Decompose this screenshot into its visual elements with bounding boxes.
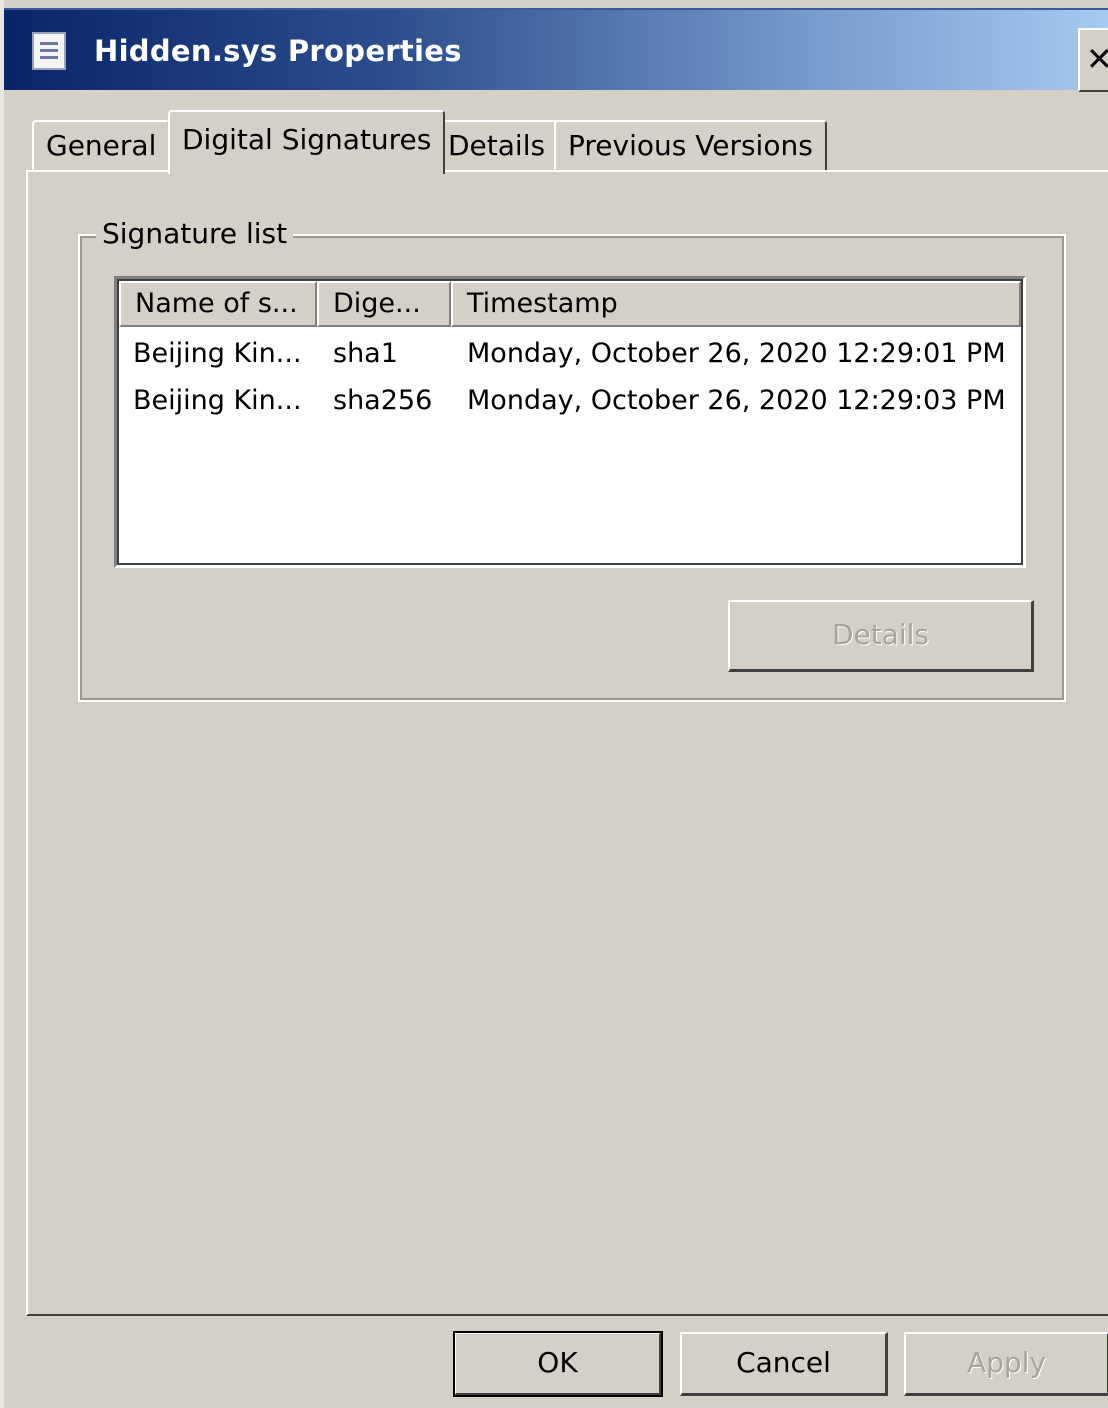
properties-dialog: Hidden.sys Properties ✕ General Digital … (0, 0, 1108, 1408)
column-header-name[interactable]: Name of s... (119, 281, 317, 327)
signature-row[interactable]: Beijing Kin... sha1 Monday, October 26, … (119, 331, 1021, 377)
list-header: Name of s... Dige... Timestamp (119, 281, 1021, 327)
signature-list-group: Signature list Name of s... Dige... Time… (78, 216, 1066, 702)
ok-button[interactable]: OK (453, 1331, 663, 1397)
column-header-digest[interactable]: Dige... (317, 281, 451, 327)
close-button[interactable]: ✕ (1078, 28, 1108, 92)
digest-algorithm: sha256 (333, 385, 433, 416)
details-button[interactable]: Details (728, 600, 1034, 672)
group-label: Signature list (96, 216, 294, 252)
tab-general[interactable]: General (32, 120, 171, 172)
signer-name: Beijing Kin... (133, 338, 302, 369)
tab-page-digital-signatures: Signature list Name of s... Dige... Time… (26, 170, 1108, 1316)
digest-algorithm: sha1 (333, 338, 398, 369)
apply-button[interactable]: Apply (904, 1332, 1108, 1396)
signature-timestamp: Monday, October 26, 2020 12:29:01 PM (467, 338, 1006, 369)
signature-list-view[interactable]: Name of s... Dige... Timestamp Beijing K… (114, 276, 1026, 568)
signature-row[interactable]: Beijing Kin... sha256 Monday, October 26… (119, 378, 1021, 424)
signature-timestamp: Monday, October 26, 2020 12:29:03 PM (467, 385, 1006, 416)
tab-details[interactable]: Details (434, 120, 560, 172)
file-icon (32, 32, 66, 70)
title-bar[interactable]: Hidden.sys Properties ✕ (4, 8, 1108, 92)
tab-digital-signatures[interactable]: Digital Signatures (168, 110, 446, 174)
cancel-button[interactable]: Cancel (680, 1332, 888, 1396)
tab-previous-versions[interactable]: Previous Versions (554, 120, 827, 172)
column-header-timestamp[interactable]: Timestamp (451, 281, 1021, 327)
window-title: Hidden.sys Properties (94, 34, 462, 68)
signer-name: Beijing Kin... (133, 385, 302, 416)
